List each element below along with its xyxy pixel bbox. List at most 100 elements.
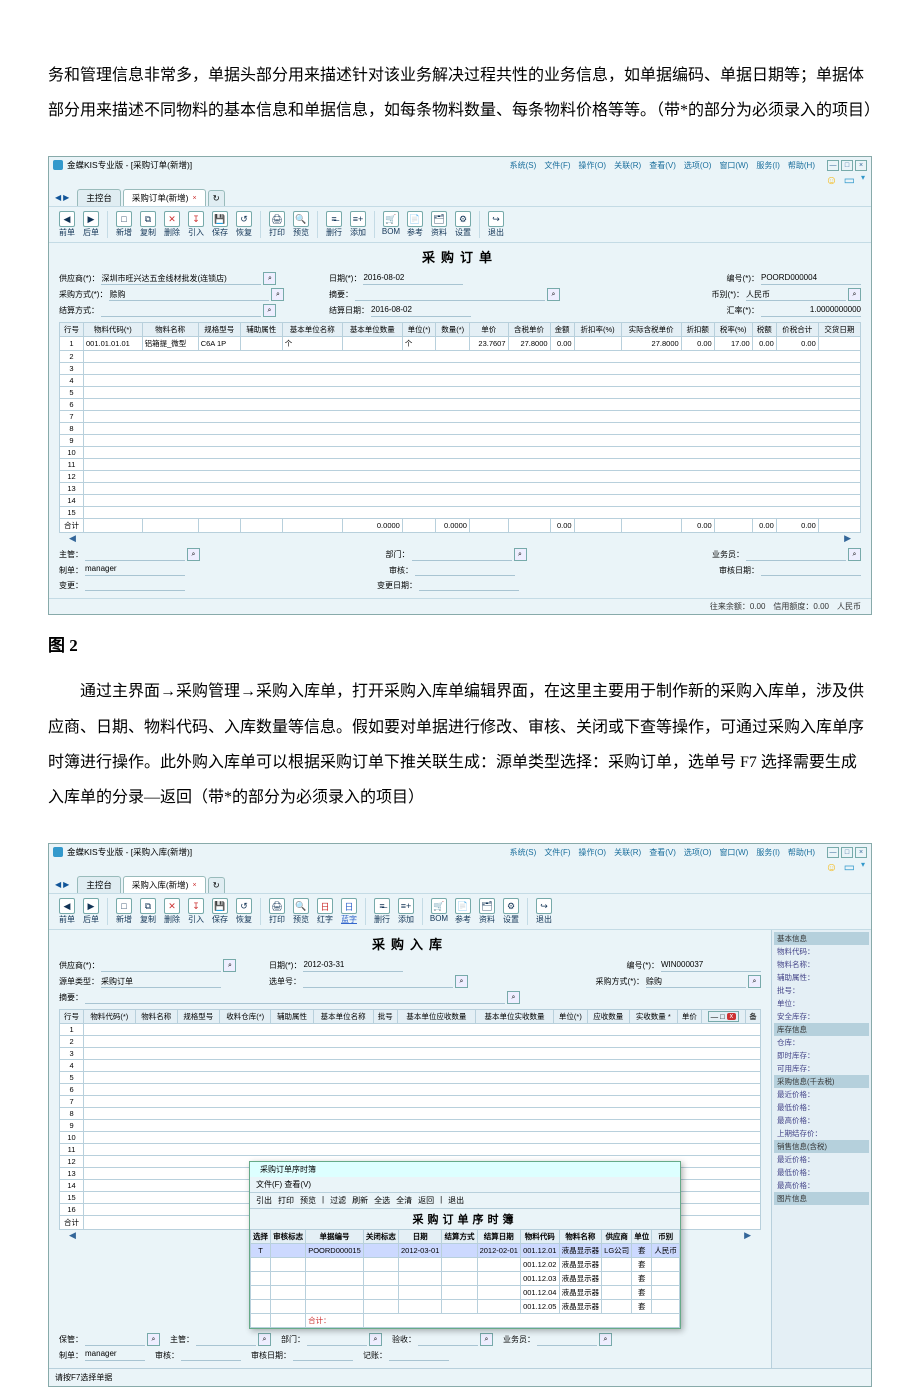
bom-button[interactable]: 🛒BOM: [429, 898, 449, 925]
number-field[interactable]: POORD000004: [761, 273, 861, 285]
lookup-icon[interactable]: ⌕: [455, 975, 468, 988]
number-field[interactable]: WIN000037: [661, 960, 761, 972]
keeper-field[interactable]: [85, 1334, 145, 1346]
minimize-icon[interactable]: —: [827, 160, 839, 171]
src-type-field[interactable]: 采购订单: [101, 976, 221, 988]
tab-prev-icon[interactable]: ◀: [55, 193, 61, 202]
import-button[interactable]: ↧引入: [186, 898, 206, 925]
bom-button[interactable]: 🛒BOM: [381, 211, 401, 238]
note-field[interactable]: [85, 992, 505, 1004]
operator-field[interactable]: [537, 1334, 597, 1346]
popup-menu[interactable]: 文件(F) 查看(V): [250, 1177, 680, 1193]
restore-button[interactable]: ↺恢复: [234, 211, 254, 238]
scroll-right-icon[interactable]: ▶: [744, 1230, 751, 1241]
minimize-icon[interactable]: —: [827, 847, 839, 858]
lookup-icon[interactable]: ⌕: [258, 1333, 271, 1346]
supplier-field[interactable]: 深圳市旺兴达五金线材批发(连锁店): [101, 273, 261, 285]
maximize-icon[interactable]: □: [841, 847, 853, 858]
ref-button[interactable]: 📄参考: [453, 898, 473, 925]
next-bill-button[interactable]: ▶后单: [81, 211, 101, 238]
order-lines-grid[interactable]: 行号物料代码(*)物料名称规格型号辅助属性基本单位名称基本单位数量单位(*)数量…: [59, 322, 861, 533]
save-button[interactable]: 💾保存: [210, 898, 230, 925]
settings-button[interactable]: ⚙设置: [453, 211, 473, 238]
delrow-button[interactable]: ≡̶删行: [372, 898, 392, 925]
select-no-field[interactable]: [303, 976, 453, 988]
date-field[interactable]: 2016-08-02: [363, 273, 463, 285]
settle-date-field[interactable]: 2016-08-02: [371, 305, 471, 317]
lookup-icon[interactable]: ⌕: [480, 1333, 493, 1346]
red-button[interactable]: 日红字: [315, 898, 335, 925]
blue-button[interactable]: 日蓝字: [339, 898, 359, 925]
copy-button[interactable]: ⧉复制: [138, 898, 158, 925]
lookup-icon[interactable]: ⌕: [848, 288, 861, 301]
department-field[interactable]: [307, 1334, 367, 1346]
prev-bill-button[interactable]: ◀前单: [57, 898, 77, 925]
copy-button[interactable]: ⧉复制: [138, 211, 158, 238]
scroll-left-icon[interactable]: ◀: [69, 533, 76, 544]
lookup-icon[interactable]: ⌕: [147, 1333, 160, 1346]
save-button[interactable]: 💾保存: [210, 211, 230, 238]
lookup-icon[interactable]: ⌕: [848, 548, 861, 561]
ref-button[interactable]: 📄参考: [405, 211, 425, 238]
tab-close-icon[interactable]: ×: [193, 882, 197, 889]
tab-next-icon[interactable]: ▶: [63, 193, 69, 202]
tab-close-icon[interactable]: ×: [193, 195, 197, 202]
new-button[interactable]: □新增: [114, 211, 134, 238]
lookup-icon[interactable]: ⌕: [599, 1333, 612, 1346]
import-button[interactable]: ↧引入: [186, 211, 206, 238]
exit-button[interactable]: ↪退出: [534, 898, 554, 925]
prev-bill-button[interactable]: ◀前单: [57, 211, 77, 238]
department-field[interactable]: [412, 549, 512, 561]
addrow-button[interactable]: ≡+添加: [396, 898, 416, 925]
lookup-icon[interactable]: ⌕: [263, 272, 276, 285]
print-button[interactable]: 🖨打印: [267, 211, 287, 238]
data-button[interactable]: 🗂资料: [477, 898, 497, 925]
operator-field[interactable]: [746, 549, 846, 561]
dropdown-icon[interactable]: ▾: [861, 860, 865, 874]
amount-header-control[interactable]: —□x: [708, 1011, 740, 1022]
addrow-button[interactable]: ≡+添加: [348, 211, 368, 238]
preview-button[interactable]: 🔍预览: [291, 211, 311, 238]
lookup-icon[interactable]: ⌕: [507, 991, 520, 1004]
lookup-icon[interactable]: ⌕: [263, 304, 276, 317]
purchase-method-field[interactable]: 赊购: [109, 289, 269, 301]
popup-grid[interactable]: 选择审核标志单据编号关闭标志日期结算方式结算日期物料代码物料名称供应商单位币别 …: [250, 1229, 680, 1328]
rate-field[interactable]: 1.0000000000: [761, 305, 861, 317]
tab-prev-icon[interactable]: ◀: [55, 880, 61, 889]
tab-restore-icon[interactable]: ↻: [208, 190, 225, 206]
note-field[interactable]: [355, 289, 545, 301]
manager-field[interactable]: [196, 1334, 256, 1346]
checker-field[interactable]: [418, 1334, 478, 1346]
scroll-right-icon[interactable]: ▶: [844, 533, 851, 544]
main-menu[interactable]: 系统(S)文件(F)操作(O)关联(R)查看(V)选项(O)窗口(W)服务(I)…: [504, 847, 821, 858]
preview-button[interactable]: 🔍预览: [291, 898, 311, 925]
tab-home[interactable]: 主控台: [77, 189, 121, 206]
settings-button[interactable]: ⚙设置: [501, 898, 521, 925]
restore-button[interactable]: ↺恢复: [234, 898, 254, 925]
method-field[interactable]: 赊购: [646, 976, 746, 988]
delrow-button[interactable]: ≡̶删行: [324, 211, 344, 238]
lookup-icon[interactable]: ⌕: [514, 548, 527, 561]
dropdown-icon[interactable]: ▾: [861, 173, 865, 187]
lookup-icon[interactable]: ⌕: [223, 959, 236, 972]
maximize-icon[interactable]: □: [841, 160, 853, 171]
tab-home[interactable]: 主控台: [77, 876, 121, 893]
main-menu[interactable]: 系统(S)文件(F)操作(O)关联(R)查看(V)选项(O)窗口(W)服务(I)…: [504, 160, 821, 171]
tab-purchase-order[interactable]: 采购订单(新增)×: [123, 189, 206, 206]
lookup-icon[interactable]: ⌕: [547, 288, 560, 301]
tab-restore-icon[interactable]: ↻: [208, 877, 225, 893]
lookup-icon[interactable]: ⌕: [748, 975, 761, 988]
tab-purchase-in[interactable]: 采购入库(新增)×: [123, 876, 206, 893]
supplier-field[interactable]: [101, 960, 221, 972]
print-button[interactable]: 🖨打印: [267, 898, 287, 925]
delete-button[interactable]: ✕删除: [162, 211, 182, 238]
new-button[interactable]: □新增: [114, 898, 134, 925]
popup-toolbar[interactable]: 引出打印预览|过滤刷新全选全清返回|退出: [250, 1193, 680, 1209]
scroll-left-icon[interactable]: ◀: [69, 1230, 76, 1241]
close-icon[interactable]: ×: [855, 160, 867, 171]
lookup-icon[interactable]: ⌕: [187, 548, 200, 561]
exit-button[interactable]: ↪退出: [486, 211, 506, 238]
manager-field[interactable]: [85, 549, 185, 561]
currency-field[interactable]: 人民币: [746, 289, 846, 301]
data-button[interactable]: 🗂资料: [429, 211, 449, 238]
